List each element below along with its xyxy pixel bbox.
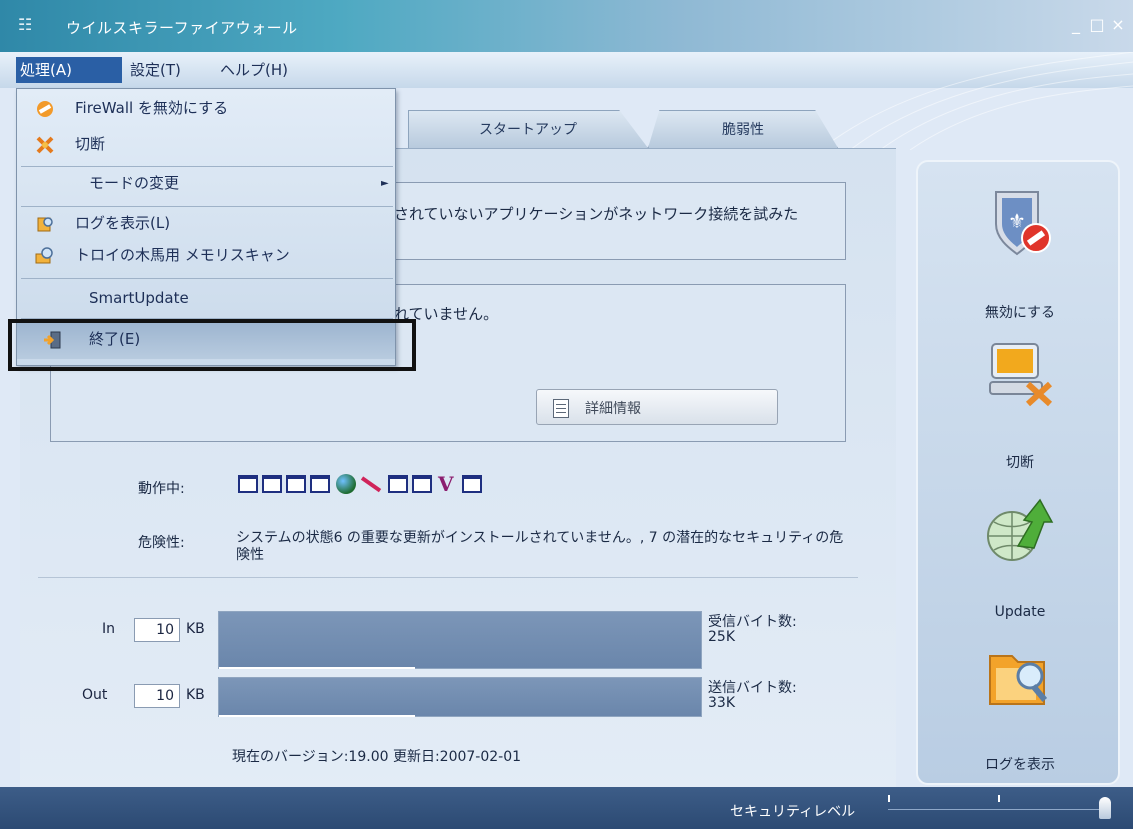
app-window: ☷ ウイルスキラーファイアウォール _ □ × 処理(A) 設定(T) ヘルプ(… [0, 0, 1133, 829]
shield-block-icon: ⚜ [995, 191, 1051, 256]
menu-item-disconnect[interactable]: 切断 [17, 130, 395, 159]
window-title: ウイルスキラーファイアウォール [66, 19, 298, 37]
module-window-icon[interactable] [462, 475, 482, 493]
menu-process[interactable]: 処理(A) [16, 57, 122, 83]
module-window-icon[interactable] [262, 475, 282, 493]
module-window-icon[interactable] [388, 475, 408, 493]
received-bytes-value: 25K [708, 629, 735, 645]
security-level-slider[interactable] [1099, 797, 1111, 819]
alert-text: されていないアプリケーションがネットワーク接続を試みた [394, 205, 799, 223]
scan-icon [35, 247, 53, 264]
sent-bytes-label: 送信バイト数: [708, 680, 797, 696]
traffic-out-unit: KB [186, 687, 205, 703]
traffic-in-graph [218, 611, 702, 669]
pen-icon[interactable] [360, 476, 382, 493]
module-window-icon[interactable] [238, 475, 258, 493]
running-label: 動作中: [138, 481, 185, 497]
menu-settings[interactable]: 設定(T) [126, 57, 185, 83]
menu-label: モードの変更 [89, 174, 180, 192]
risk-label: 危険性: [138, 535, 185, 551]
version-info: 現在のバージョン:19.00 更新日:2007-02-01 [232, 749, 522, 765]
sidebar-label-update: Update [994, 604, 1046, 620]
globe-icon[interactable] [336, 474, 356, 494]
menu-item-disable-firewall[interactable]: FireWall を無効にする [17, 94, 395, 123]
risk-text: システムの状態6 の重要な更新がインストールされていません。, 7 の潜在的なセ… [236, 530, 844, 563]
svg-text:⚜: ⚜ [1008, 209, 1026, 233]
menu-item-smartupdate[interactable]: SmartUpdate [17, 284, 395, 313]
module-window-icon[interactable] [412, 475, 432, 493]
menu-item-trojan-scan[interactable]: トロイの木馬用 メモリスキャン [17, 241, 395, 270]
menu-label: 切断 [75, 135, 106, 153]
security-level-label: セキュリティレベル [730, 804, 856, 820]
detail-info-label: 詳細情報 [585, 401, 641, 417]
slider-tick [998, 795, 1000, 802]
menu-item-change-mode[interactable]: モードの変更 ► [17, 169, 395, 198]
menu-label: トロイの木馬用 メモリスキャン [75, 246, 290, 264]
log-folder-icon [989, 655, 1048, 705]
document-icon [553, 399, 569, 418]
menu-label: SmartUpdate [89, 289, 189, 307]
exit-focus-outline [8, 319, 416, 371]
menu-bar: 処理(A) 設定(T) ヘルプ(H) [0, 52, 1133, 88]
tab-vulnerability[interactable]: 脆弱性 [648, 110, 838, 148]
divider [38, 577, 858, 578]
traffic-out-graph [218, 677, 702, 717]
block-icon [37, 101, 53, 117]
app-icon: ☷ [18, 15, 33, 34]
menu-label: FireWall を無効にする [75, 99, 229, 117]
menu-separator [21, 278, 393, 279]
log-icon [37, 217, 53, 232]
traffic-out-input[interactable]: 10 [134, 684, 180, 708]
traffic-out-line [219, 715, 415, 717]
traffic-in-label: In [102, 621, 116, 637]
menu-separator [21, 206, 393, 207]
detail-info-button[interactable]: 詳細情報 [536, 389, 778, 425]
v-icon[interactable]: V [438, 472, 454, 496]
received-bytes: 受信バイト数: 25K [708, 615, 797, 645]
traffic-in-input[interactable]: 10 [134, 618, 180, 642]
submenu-arrow-icon: ► [381, 178, 389, 189]
close-button[interactable]: × [1106, 14, 1130, 36]
sent-bytes-value: 33K [708, 695, 735, 711]
disconnect-computer-icon [989, 343, 1053, 407]
module-window-icon[interactable] [310, 475, 330, 493]
menu-item-view-log[interactable]: ログを表示(L) [17, 209, 395, 238]
security-level-track[interactable] [888, 795, 1110, 810]
menu-label: ログを表示(L) [75, 214, 171, 232]
status-bar: セキュリティレベル [0, 787, 1133, 829]
update-globe-icon [987, 498, 1054, 561]
tab-startup[interactable]: スタートアップ [408, 110, 648, 148]
slider-tick [888, 795, 890, 802]
title-bar[interactable]: ☷ ウイルスキラーファイアウォール _ □ × [0, 0, 1133, 52]
received-bytes-label: 受信バイト数: [708, 614, 797, 630]
menu-separator [21, 166, 393, 167]
traffic-in-unit: KB [186, 621, 205, 637]
traffic-in-line [219, 667, 415, 669]
traffic-out-label: Out [82, 687, 108, 703]
action-sidebar: ⚜ 無効にする 切断 Update ログを表示 [916, 160, 1120, 785]
sent-bytes: 送信バイト数: 33K [708, 681, 797, 711]
sidebar-label-disable: 無効にする [984, 305, 1056, 321]
disconnect-icon [36, 136, 54, 154]
menu-help[interactable]: ヘルプ(H) [216, 57, 292, 83]
sidebar-label-disconnect: 切断 [1006, 455, 1034, 471]
module-window-icon[interactable] [286, 475, 306, 493]
sidebar-label-view-log: ログを表示 [985, 757, 1055, 773]
running-modules: V [238, 472, 598, 498]
